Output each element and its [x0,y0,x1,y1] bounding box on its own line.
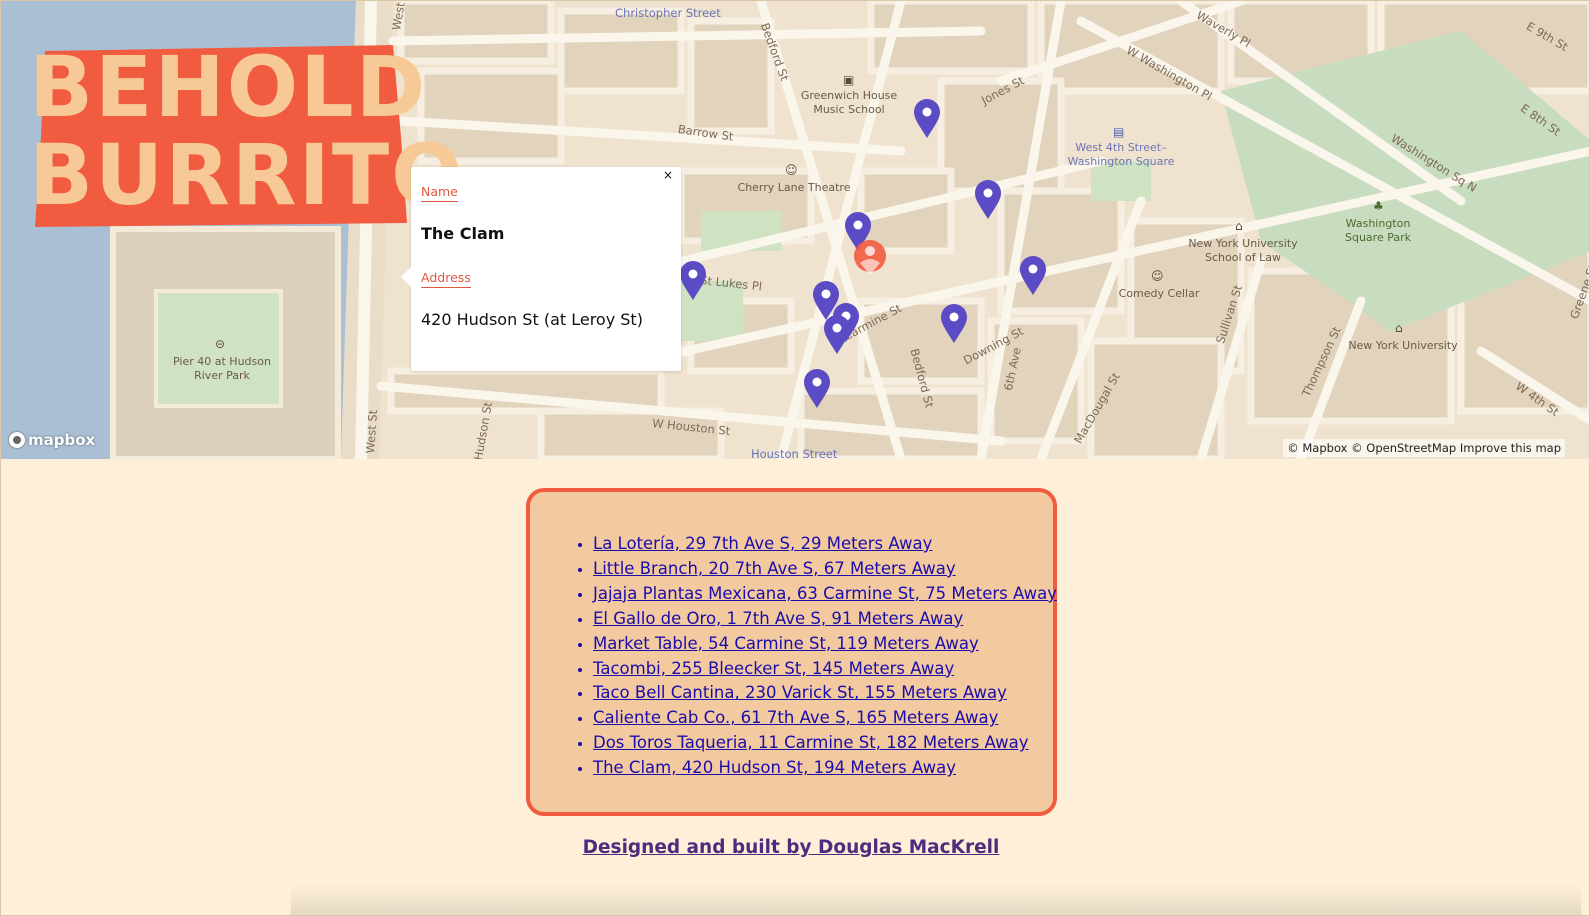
footer: Designed and built by Douglas MacKrell [1,837,1581,858]
street-label: Houston Street [751,447,838,459]
mapbox-logo-text: mapbox [28,431,96,449]
theatre-icon: ☺ [785,163,798,177]
result-link[interactable]: El Gallo de Oro, 1 7th Ave S, 91 Meters … [593,609,963,628]
results-list: La Lotería, 29 7th Ave S, 29 Meters Away… [573,532,1057,781]
result-link[interactable]: The Clam, 420 Hudson St, 194 Meters Away [593,758,956,777]
nearby-burritos-list: La Lotería, 29 7th Ave S, 29 Meters Away… [526,488,1057,816]
list-item: Jajaja Plantas Mexicana, 63 Carmine St, … [593,582,1057,607]
popup-close-button[interactable]: × [661,168,675,182]
result-link[interactable]: Little Branch, 20 7th Ave S, 67 Meters A… [593,559,956,578]
logo-line-2: BURRITO [29,126,465,224]
map-pin[interactable] [1018,256,1048,296]
popup-address-label: Address [421,270,471,288]
result-link[interactable]: Caliente Cab Co., 61 7th Ave S, 165 Mete… [593,708,998,727]
map[interactable]: West St Christopher Street Bedford St Ba… [1,1,1589,459]
university-icon: ⌂ [1235,219,1243,233]
logo-text: BEHOLD BURRITO [29,38,465,227]
poi-comedy-cellar: Comedy Cellar [1118,287,1200,300]
theatre-icon: ☺ [1151,269,1164,283]
result-link[interactable]: Tacombi, 255 Bleecker St, 145 Meters Awa… [593,659,954,678]
result-link[interactable]: Jajaja Plantas Mexicana, 63 Carmine St, … [593,584,1057,603]
poi-nyu: New York University [1348,339,1458,352]
map-pin[interactable] [802,369,832,409]
result-link[interactable]: Taco Bell Cantina, 230 Varick St, 155 Me… [593,683,1007,702]
street-label: Christopher Street [615,6,721,20]
designer-credit-link[interactable]: Designed and built by Douglas MacKrell [583,837,1000,858]
list-item: Little Branch, 20 7th Ave S, 67 Meters A… [593,557,1057,582]
place-popup: × Name The Clam Address 420 Hudson St (a… [401,167,681,371]
stadium-icon: ⊝ [215,337,226,351]
popup-address-value: 420 Hudson St (at Leroy St) [421,310,643,329]
map-pin[interactable] [939,304,969,344]
mapbox-logo[interactable]: mapbox [9,431,95,449]
poi-nyu-law: New York University School of Law [1188,237,1298,264]
university-icon: ⌂ [1395,321,1403,335]
popup-name-value: The Clam [421,224,505,243]
bottom-shadow [291,883,1581,915]
result-link[interactable]: Dos Toros Taqueria, 11 Carmine St, 182 M… [593,733,1029,752]
map-pin[interactable] [912,99,942,139]
current-location-marker[interactable] [852,239,888,279]
school-icon: ▣ [843,73,855,87]
list-item: The Clam, 420 Hudson St, 194 Meters Away [593,756,1057,781]
subway-icon: ▤ [1113,125,1125,139]
map-pin[interactable] [822,315,852,355]
attribution-osm-link[interactable]: © OpenStreetMap [1351,441,1456,455]
mapbox-icon [9,432,25,448]
poi-greenwich-house: Greenwich House Music School [800,89,898,116]
poi-west4th: West 4th Street– Washington Square [1067,141,1175,168]
popup-name-label: Name [421,184,458,202]
map-pin[interactable] [973,180,1003,220]
map-attribution: © Mapbox © OpenStreetMap Improve this ma… [1283,439,1565,457]
list-item: Dos Toros Taqueria, 11 Carmine St, 182 M… [593,731,1057,756]
poi-cherry-lane: Cherry Lane Theatre [737,181,851,194]
result-link[interactable]: Market Table, 54 Carmine St, 119 Meters … [593,634,979,653]
park-icon: ♣ [1373,199,1384,213]
poi-washington-square: Washington Square Park [1345,217,1411,244]
attribution-mapbox-link[interactable]: © Mapbox [1287,441,1347,455]
list-item: Market Table, 54 Carmine St, 119 Meters … [593,632,1057,657]
map-pin[interactable] [678,261,708,301]
list-item: El Gallo de Oro, 1 7th Ave S, 91 Meters … [593,607,1057,632]
behold-burrito-logo[interactable]: BEHOLD BURRITO [29,38,465,227]
page-frame: West St Christopher Street Bedford St Ba… [0,0,1590,916]
logo-line-1: BEHOLD [29,38,428,136]
attribution-improve-link[interactable]: Improve this map [1460,441,1561,455]
result-link[interactable]: La Lotería, 29 7th Ave S, 29 Meters Away [593,534,932,553]
list-item: Tacombi, 255 Bleecker St, 145 Meters Awa… [593,657,1057,682]
list-item: Taco Bell Cantina, 230 Varick St, 155 Me… [593,681,1057,706]
list-item: La Lotería, 29 7th Ave S, 29 Meters Away [593,532,1057,557]
poi-pier40: Pier 40 at Hudson River Park [173,355,271,382]
list-item: Caliente Cab Co., 61 7th Ave S, 165 Mete… [593,706,1057,731]
